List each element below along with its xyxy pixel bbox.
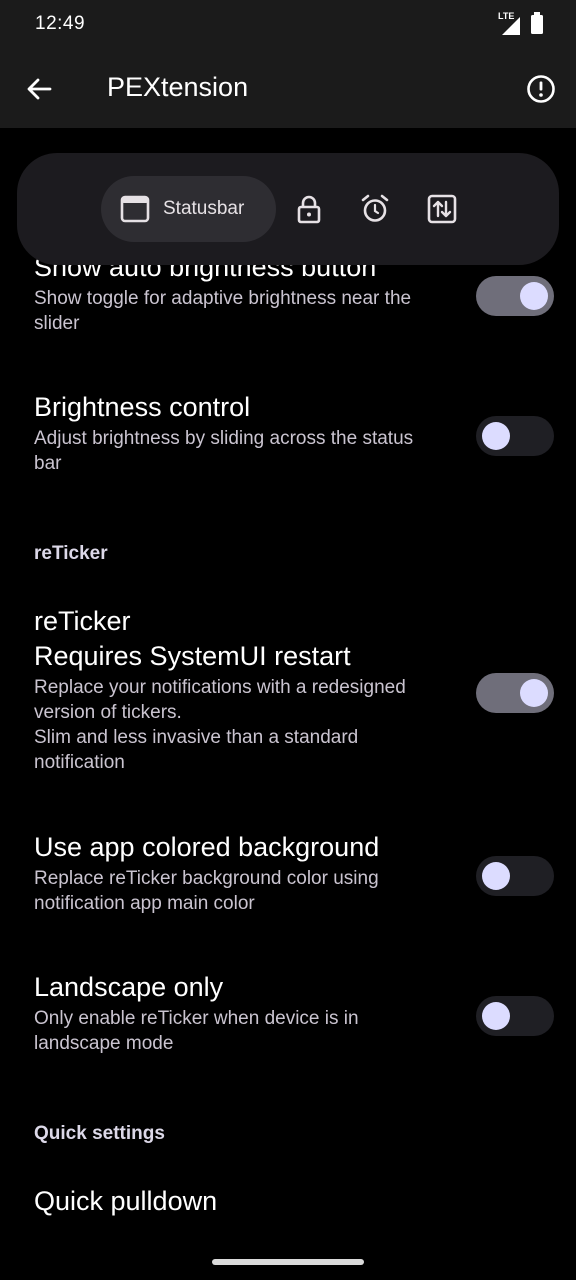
switch-thumb — [520, 282, 548, 310]
pref-app-colored-background[interactable]: Use app colored background Replace reTic… — [34, 830, 454, 916]
category-reticker: reTicker — [34, 543, 108, 564]
pref-summary: Adjust brightness by sliding across the … — [34, 426, 454, 476]
pref-summary: Replace reTicker background color using … — [34, 866, 454, 916]
pref-quick-pulldown[interactable]: Quick pulldown — [34, 1184, 454, 1219]
alarm-icon — [361, 194, 389, 222]
pref-summary-line: Adjust brightness by sliding across the … — [34, 428, 414, 449]
pref-title: Quick pulldown — [34, 1186, 218, 1216]
info-button[interactable] — [524, 72, 558, 106]
switch-thumb — [482, 422, 510, 450]
pref-summary: Only enable reTicker when device is in l… — [34, 1006, 454, 1056]
pref-summary-line: notification app main color — [34, 893, 255, 914]
signal-icon: LTE — [498, 11, 522, 37]
app-colored-background-switch[interactable] — [476, 856, 554, 896]
pref-summary-line: landscape mode — [34, 1033, 174, 1054]
pref-summary-line: Show toggle for adaptive brightness near… — [34, 288, 412, 309]
status-time: 12:49 — [35, 13, 86, 34]
pref-summary-line: Replace your notifications with a redesi… — [34, 677, 406, 698]
pref-summary-line: bar — [34, 453, 62, 474]
network-type-label: LTE — [498, 10, 515, 21]
arrow-back-icon — [27, 78, 52, 100]
pref-summary-line: slider — [34, 313, 80, 334]
tab-theming[interactable] — [359, 193, 391, 225]
swap-vertical-icon — [427, 194, 457, 224]
lock-icon — [297, 195, 321, 224]
category-tab-bar: Statusbar — [17, 153, 559, 265]
pref-summary-line: Only enable reTicker when device is in — [34, 1008, 359, 1029]
switch-thumb — [482, 862, 510, 890]
pref-landscape-only[interactable]: Landscape only Only enable reTicker when… — [34, 970, 454, 1056]
switch-thumb — [520, 679, 548, 707]
pref-title: reTicker — [34, 606, 131, 636]
settings-content[interactable]: Statusbar Show auto brightness button Sh… — [0, 128, 576, 1280]
app-bar: PEXtension — [0, 50, 576, 128]
pref-summary-line: version of tickers. — [34, 702, 182, 723]
pref-summary: Show toggle for adaptive brightness near… — [34, 286, 454, 336]
pref-brightness-control[interactable]: Brightness control Adjust brightness by … — [34, 390, 454, 476]
pref-subtitle: Requires SystemUI restart — [34, 641, 351, 671]
brightness-control-switch[interactable] — [476, 416, 554, 456]
status-icons: LTE — [498, 11, 544, 39]
switch-thumb — [482, 1002, 510, 1030]
battery-icon — [530, 12, 544, 39]
pref-summary-line: Replace reTicker background color using — [34, 868, 379, 889]
auto-brightness-switch[interactable] — [476, 276, 554, 316]
pref-title: Use app colored background — [34, 832, 380, 862]
pref-summary-line: notification — [34, 752, 125, 773]
tab-lockscreen[interactable] — [293, 193, 325, 225]
page-title: PEXtension — [107, 72, 249, 102]
pref-summary-line: Slim and less invasive than a standard — [34, 727, 359, 748]
tab-misc[interactable] — [426, 193, 458, 225]
tab-statusbar-label: Statusbar — [163, 198, 245, 219]
category-quick-settings: Quick settings — [34, 1123, 165, 1144]
pref-title: Landscape only — [34, 972, 224, 1002]
statusbar-window-icon — [120, 195, 150, 223]
info-icon — [527, 75, 555, 103]
gesture-nav-handle[interactable] — [212, 1259, 364, 1265]
reticker-switch[interactable] — [476, 673, 554, 713]
back-button[interactable] — [22, 72, 56, 106]
pref-summary: Replace your notifications with a redesi… — [34, 675, 454, 775]
pref-title: Brightness control — [34, 392, 251, 422]
tab-statusbar[interactable]: Statusbar — [101, 176, 276, 242]
landscape-only-switch[interactable] — [476, 996, 554, 1036]
status-bar: 12:49 LTE — [0, 0, 576, 50]
pref-reticker[interactable]: reTicker Requires SystemUI restart Repla… — [34, 604, 454, 775]
